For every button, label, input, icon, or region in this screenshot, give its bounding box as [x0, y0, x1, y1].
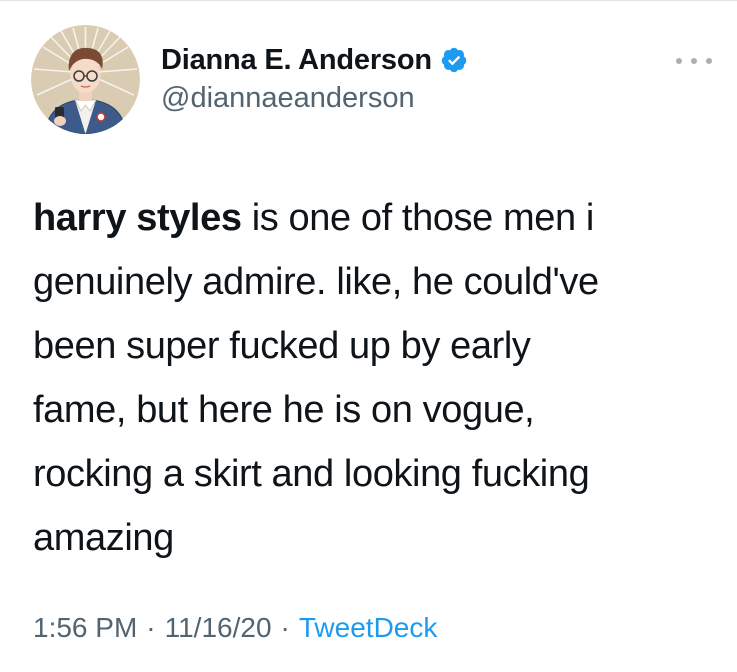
- tweet-line: amazing: [33, 517, 174, 559]
- tweet-line: harry styles is one of those men i: [33, 186, 723, 250]
- author-handle[interactable]: @diannaeanderson: [161, 82, 415, 115]
- tweet-line: been super fucked up by early: [33, 325, 531, 367]
- tweet-bold-lead: harry styles: [33, 197, 242, 239]
- author-display-name[interactable]: Dianna E. Anderson: [161, 44, 432, 77]
- tweet-line-rest: is one of those men i: [241, 197, 595, 239]
- author-name-row[interactable]: Dianna E. Anderson: [161, 42, 468, 78]
- meta-separator: ·: [280, 612, 290, 643]
- tweet-meta: 1:56 PM · 11/16/20 · TweetDeck: [33, 612, 437, 644]
- more-options-icon[interactable]: [676, 53, 712, 69]
- meta-separator: ·: [146, 612, 156, 643]
- verified-badge-icon: [440, 46, 468, 74]
- avatar[interactable]: [31, 25, 140, 134]
- tweet-line: rocking a skirt and looking fucking: [33, 453, 590, 495]
- tweet-line: genuinely admire. like, he could've: [33, 261, 599, 303]
- tweet-date[interactable]: 11/16/20: [165, 612, 272, 644]
- avatar-portrait-icon: [31, 25, 140, 134]
- top-divider: [0, 0, 737, 1]
- tweet-source-link[interactable]: TweetDeck: [299, 612, 438, 644]
- tweet-time[interactable]: 1:56 PM: [33, 612, 137, 644]
- tweet-line: fame, but here he is on vogue,: [33, 389, 535, 431]
- tweet-text: harry styles is one of those men i genui…: [33, 186, 723, 570]
